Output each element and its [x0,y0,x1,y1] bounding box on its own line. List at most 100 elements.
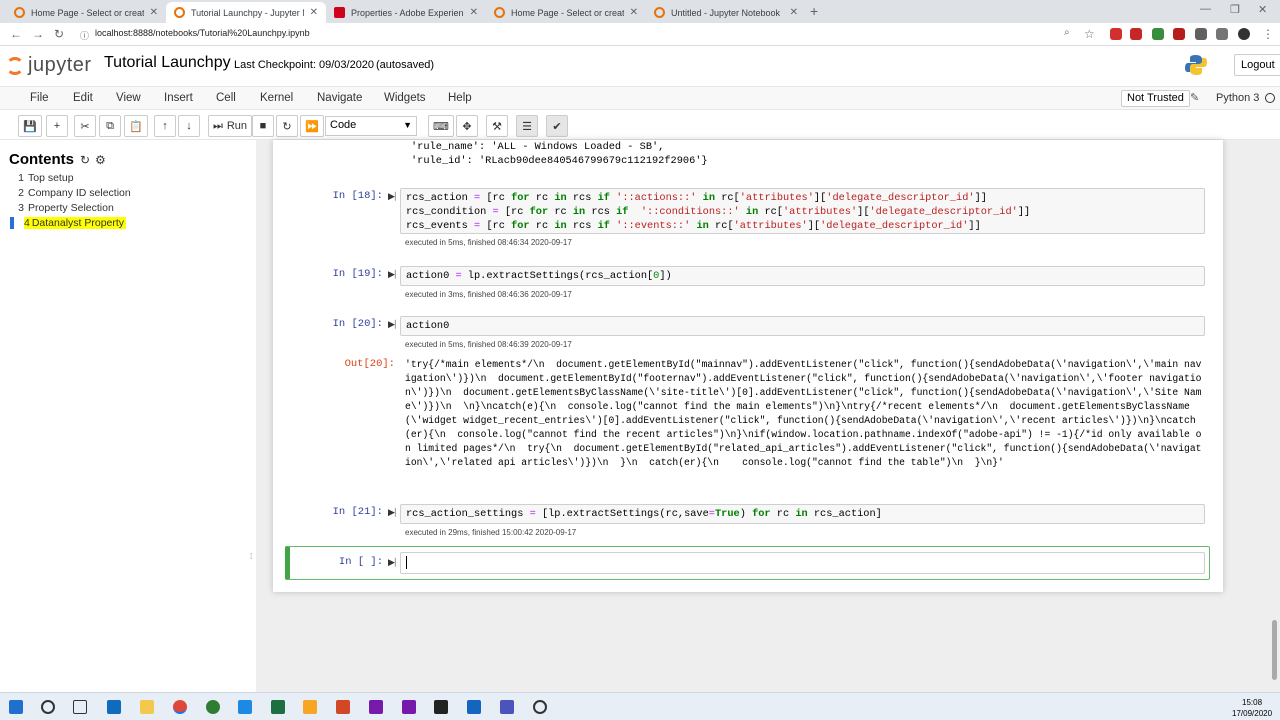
browser-tab-1[interactable]: Home Page - Select or create a n ✕ [6,2,166,23]
cell-input[interactable] [400,552,1205,574]
onenote-icon[interactable] [369,700,383,714]
sublime-icon[interactable] [303,700,317,714]
close-window-icon[interactable]: ✕ [1258,3,1267,16]
new-tab-icon[interactable]: + [810,3,818,19]
adobe-favicon-icon [334,7,345,18]
windows-start-icon[interactable] [9,700,23,714]
code-cell[interactable]: In [18]: ▶⎸ rcs_action = [rc for rc in r… [285,188,1205,252]
jupyter-logo[interactable]: jupyter [6,54,92,77]
save-icon[interactable]: 💾 [18,115,42,137]
vertical-scrollbar[interactable] [1270,140,1280,692]
remote-desktop-icon[interactable] [467,700,481,714]
extension-icon[interactable] [1173,28,1185,40]
minimize-icon[interactable]: — [1200,3,1211,15]
terminal-icon[interactable] [434,700,448,714]
execute-time-check-icon[interactable]: ✔ [546,115,568,137]
code-cell[interactable]: In [19]: ▶⎸ action0 = lp.extractSettings… [285,266,1205,304]
menu-edit[interactable]: Edit [73,92,93,104]
browser-tab-5[interactable]: Untitled - Jupyter Notebook ✕ [646,2,806,23]
toc-list-icon[interactable]: ☰ [516,115,538,137]
reload-icon[interactable]: ↻ [54,27,64,41]
move-down-icon[interactable]: ↓ [178,115,200,137]
restart-run-all-icon[interactable]: ⏩ [300,115,324,137]
chrome-icon[interactable] [173,700,187,714]
notebook-title[interactable]: Tutorial Launchpy [104,54,231,72]
close-tab-icon[interactable]: ✕ [630,7,638,18]
excel-icon[interactable] [271,700,285,714]
toc-item-company-id[interactable]: 2 Company ID selection [10,187,131,199]
logout-button[interactable]: Logout [1234,54,1280,76]
menu-navigate[interactable]: Navigate [317,92,362,104]
adblock-extension-icon[interactable] [1110,28,1122,40]
file-explorer-icon[interactable] [140,700,154,714]
extension-icon[interactable] [1130,28,1142,40]
toc-item-property-selection[interactable]: 3 Property Selection [10,202,114,214]
search-icon[interactable] [41,700,55,714]
onenote-icon[interactable] [402,700,416,714]
gear-icon[interactable]: ⚙ [95,153,106,167]
task-view-icon[interactable] [73,700,87,714]
tab-label: Tutorial Launchpy - Jupyter Note [191,7,304,18]
close-tab-icon[interactable]: ✕ [150,7,158,18]
app-icon[interactable] [533,700,547,714]
code-cell[interactable]: In [20]: ▶⎸ action0 executed in 5ms, fin… [285,316,1205,486]
interrupt-icon[interactable]: ■ [252,115,274,137]
crosshair-icon[interactable]: ✥ [456,115,478,137]
browser-tab-4[interactable]: Home Page - Select or create a n ✕ [486,2,646,23]
gavel-icon[interactable]: ⚒ [486,115,508,137]
cut-icon[interactable]: ✂ [74,115,96,137]
zoom-icon[interactable]: ⌕ [1064,27,1070,38]
active-code-cell[interactable]: In [ ]: ▶⎸ [285,546,1210,580]
url-field[interactable]: localhost:8888/notebooks/Tutorial%20Laun… [95,28,310,38]
close-tab-icon[interactable]: ✕ [310,7,318,18]
bookmark-star-icon[interactable]: ☆ [1084,27,1095,41]
cell-type-select[interactable]: Code ▼ [325,116,417,136]
extension-icon[interactable] [1152,28,1164,40]
sidebar-resize-handle[interactable]: ⁞ [250,552,252,561]
teams-icon[interactable] [500,700,514,714]
paste-icon[interactable]: 📋 [124,115,148,137]
trust-status-button[interactable]: Not Trusted [1121,90,1190,107]
outlook-icon[interactable] [107,700,121,714]
system-clock[interactable]: 15:08 17/09/2020 [1232,697,1272,719]
close-tab-icon[interactable]: ✕ [790,7,798,18]
browser-menu-icon[interactable]: ⋮ [1262,27,1274,41]
close-tab-icon[interactable]: ✕ [470,7,478,18]
extension-icon[interactable] [1195,28,1207,40]
toc-item-top-setup[interactable]: 1 Top setup [10,172,73,184]
menu-file[interactable]: File [30,92,49,104]
info-icon[interactable]: ⓘ [80,29,89,42]
browser-tab-3[interactable]: Properties - Adobe Experience P ✕ [326,2,486,23]
keyboard-icon[interactable]: ⌨ [428,115,454,137]
extensions-puzzle-icon[interactable] [1216,28,1228,40]
insert-cell-icon[interactable]: + [46,115,68,137]
profile-avatar-icon[interactable] [1238,28,1250,40]
move-up-icon[interactable]: ↑ [154,115,176,137]
powerpoint-icon[interactable] [336,700,350,714]
cell-input[interactable]: rcs_action_settings = [lp.extractSetting… [400,504,1205,524]
menu-widgets[interactable]: Widgets [384,92,426,104]
scrollbar-thumb[interactable] [1272,620,1277,680]
restart-icon[interactable]: ↻ [276,115,298,137]
menu-kernel[interactable]: Kernel [260,92,293,104]
restore-icon[interactable]: ❐ [1230,3,1240,16]
menu-view[interactable]: View [116,92,141,104]
code-cell[interactable]: In [21]: ▶⎸ rcs_action_settings = [lp.ex… [285,504,1205,542]
toc-item-datanalyst-property[interactable]: 4 Datanalyst Property [10,217,127,229]
cell-input[interactable]: rcs_action = [rc for rc in rcs if '::act… [400,188,1205,234]
copy-icon[interactable]: ⧉ [99,115,121,137]
edit-pencil-icon[interactable]: ✎ [1190,91,1199,104]
browser-icon[interactable] [206,700,220,714]
back-icon[interactable]: ← [10,27,22,41]
run-button[interactable]: ⏭ Run [208,115,252,137]
refresh-icon[interactable]: ↻ [80,153,90,167]
vscode-icon[interactable] [238,700,252,714]
menu-insert[interactable]: Insert [164,92,193,104]
cell-input[interactable]: action0 = lp.extractSettings(rcs_action[… [400,266,1205,286]
menu-cell[interactable]: Cell [216,92,236,104]
browser-tab-2[interactable]: Tutorial Launchpy - Jupyter Note ✕ [166,2,326,23]
menu-help[interactable]: Help [448,92,472,104]
forward-icon[interactable]: → [32,27,44,41]
cell-input[interactable]: action0 [400,316,1205,336]
jupyter-favicon-icon [174,7,185,18]
